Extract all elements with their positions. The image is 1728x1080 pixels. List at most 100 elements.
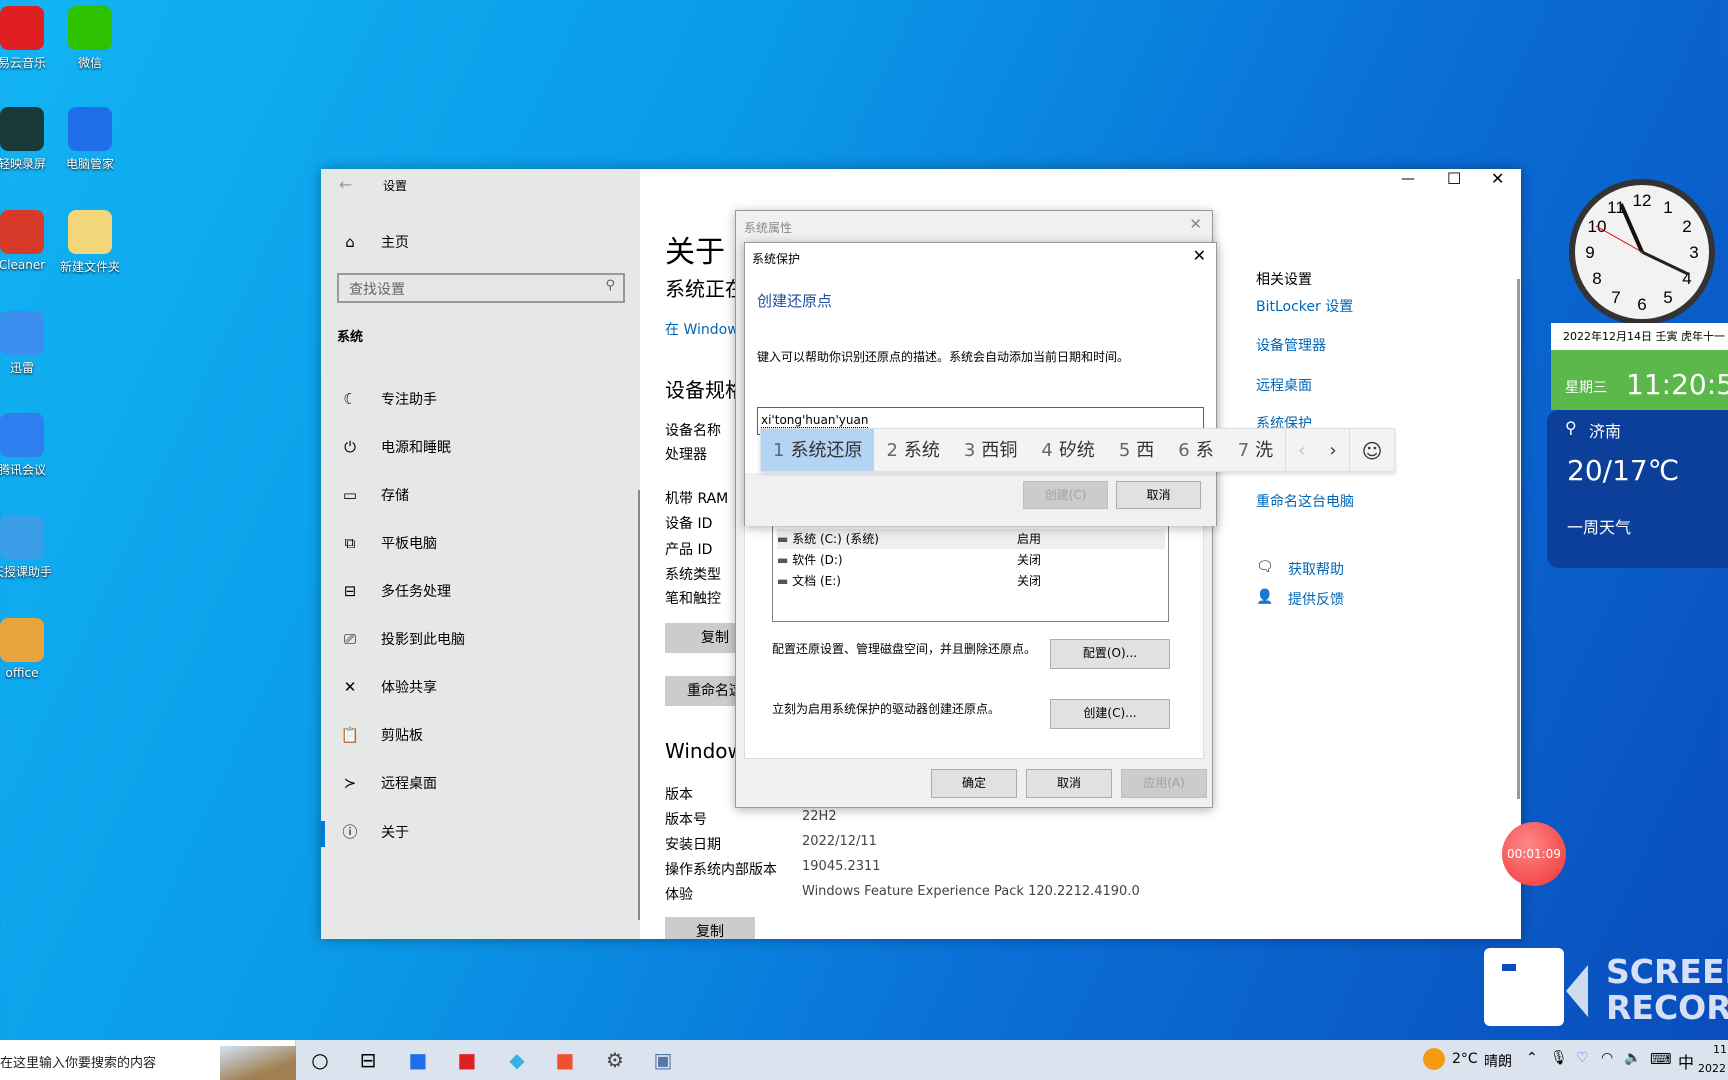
windows-spec-value: 2022/12/11 — [802, 834, 877, 849]
device-manager-link[interactable]: 设备管理器 — [1256, 335, 1326, 355]
dialog-heading: 创建还原点 — [757, 292, 833, 310]
close-button[interactable]: ✕ — [1189, 215, 1202, 233]
ime-candidate-bar: 1 系统还原 2 系统 3 西铜 4 矽统 5 西 6 系 7 洗 ‹ › ☺ — [760, 428, 1396, 472]
emoji-icon[interactable]: ☺ — [1348, 429, 1395, 471]
desktop-icon-label: 易云音乐 — [0, 56, 46, 70]
cancel-button[interactable]: 取消 — [1116, 481, 1201, 509]
spec-label: 产品 ID — [665, 542, 713, 558]
settings-gear-icon[interactable]: ⚙ — [600, 1046, 630, 1074]
copy-windows-button[interactable]: 复制 — [665, 917, 755, 939]
search-settings-input[interactable]: 查找设置 ⚲ — [337, 273, 625, 303]
content-scrollbar[interactable] — [1517, 279, 1520, 799]
screen-recorder-icon[interactable]: ■ — [550, 1046, 580, 1074]
close-button[interactable]: ✕ — [1193, 246, 1206, 265]
task-view-icon[interactable]: ⊟ — [353, 1046, 383, 1074]
ime-candidate[interactable]: 5西 — [1107, 429, 1166, 471]
rename-pc-link[interactable]: 重命名这台电脑 — [1256, 491, 1354, 511]
netease-music-icon[interactable]: ■ — [452, 1046, 482, 1074]
sidebar-item[interactable]: ⓘ 关于 — [339, 821, 409, 842]
ime-candidate[interactable]: 7洗 — [1226, 429, 1285, 471]
ime-candidate[interactable]: 3 西铜 — [952, 429, 1029, 471]
app-icon[interactable]: ◆ — [502, 1046, 532, 1074]
sidebar-item[interactable]: ✕ 体验共享 — [339, 677, 437, 697]
recording-timer[interactable]: 00:01:09 — [1502, 822, 1566, 886]
week-forecast-link[interactable]: 一周天气 — [1567, 514, 1631, 538]
sidebar-item[interactable]: ≻ 远程桌面 — [339, 773, 437, 793]
pc-manager-tray-icon[interactable]: ♡ — [1576, 1050, 1589, 1066]
volume-icon[interactable]: 🔈 — [1624, 1050, 1641, 1066]
ime-indicator[interactable]: 中 — [1678, 1049, 1694, 1073]
taskbar-clock-date[interactable]: 2022 — [1698, 1062, 1726, 1075]
back-arrow-icon[interactable]: ← — [339, 175, 352, 194]
sidebar-item-home[interactable]: ⌂ 主页 — [339, 232, 409, 252]
bitlocker-link[interactable]: BitLocker 设置 — [1256, 296, 1353, 316]
cortana-icon[interactable]: ○ — [305, 1046, 335, 1074]
desktop-icon[interactable]: office — [0, 612, 58, 680]
cancel-button[interactable]: 取消 — [1026, 769, 1112, 798]
system-properties-icon[interactable]: ▣ — [648, 1046, 678, 1074]
windows-security-link[interactable]: 在 Windows — [665, 319, 746, 339]
ime-candidate[interactable]: 6系 — [1166, 429, 1225, 471]
feedback-link[interactable]: 提供反馈 — [1288, 589, 1344, 609]
drive-status: 启用 — [1017, 532, 1042, 546]
desktop-icon[interactable]: 微信 — [54, 0, 126, 71]
page-title: 关于 — [665, 235, 725, 270]
sidebar-scrollbar[interactable] — [638, 490, 640, 920]
tencent-meeting-icon[interactable]: ■ — [403, 1046, 433, 1074]
sidebar-item[interactable]: ☾ 专注助手 — [339, 389, 437, 409]
taskbar-weather-desc[interactable]: 晴朗 — [1484, 1051, 1512, 1071]
taskbar-search-box[interactable]: 在这里输入你要搜索的内容 — [0, 1040, 296, 1080]
apply-button[interactable]: 应用(A) — [1121, 769, 1207, 798]
clock-numeral: 8 — [1592, 269, 1601, 288]
desktop-icon[interactable]: 电脑管家 — [54, 101, 126, 172]
desktop-icon-label: office — [5, 666, 39, 680]
get-help-link[interactable]: 获取帮助 — [1288, 559, 1344, 579]
configure-button[interactable]: 配置(O)... — [1050, 639, 1170, 669]
desktop-icon[interactable]: 新建文件夹 — [54, 204, 126, 275]
drive-row[interactable]: ▬ 软件 (D:) 关闭 — [777, 550, 1165, 570]
ime-prev-icon[interactable]: ‹ — [1285, 429, 1317, 471]
drive-list[interactable]: 可用驱动器保护▬ 系统 (C:) (系统)启用▬ 软件 (D:)关闭▬ 文档 (… — [772, 511, 1169, 622]
show-hidden-icons[interactable]: ⌃ — [1526, 1050, 1538, 1066]
candidate-text: 系统还原 — [790, 440, 863, 461]
app-icon — [68, 6, 112, 50]
microphone-icon[interactable]: 🎙 — [1550, 1050, 1568, 1066]
candidate-number: 6 — [1178, 440, 1190, 461]
candidate-text: 系统 — [903, 440, 940, 461]
taskbar-weather-temp[interactable]: 2°C — [1452, 1051, 1478, 1067]
desktop-icon-label: 微信 — [77, 56, 102, 70]
search-highlight-image — [220, 1046, 296, 1080]
sidebar-item[interactable]: ⎚ 投影到此电脑 — [339, 629, 465, 649]
sidebar-item[interactable]: ⧉ 平板电脑 — [339, 533, 437, 553]
search-placeholder: 在这里输入你要搜索的内容 — [0, 1056, 157, 1071]
drive-row[interactable]: ▬ 文档 (E:) 关闭 — [777, 571, 1165, 591]
desktop-icon[interactable]: Cleaner — [0, 204, 58, 272]
sidebar-item[interactable]: ⊟ 多任务处理 — [339, 581, 451, 601]
close-button[interactable]: ✕ — [1491, 169, 1504, 188]
desktop-icon[interactable]: 天授课助手 — [0, 509, 58, 580]
ime-next-icon[interactable]: › — [1317, 429, 1348, 471]
taskbar-clock-time[interactable]: 11 — [1713, 1043, 1727, 1056]
ime-candidate[interactable]: 1 系统还原 — [761, 429, 875, 471]
ime-candidate[interactable]: 2 系统 — [874, 429, 951, 471]
sidebar-item[interactable]: 📋 剪贴板 — [339, 725, 423, 745]
wifi-icon[interactable]: ◠ — [1601, 1050, 1613, 1066]
maximize-button[interactable]: ☐ — [1447, 169, 1461, 188]
sidebar-item-label: 存储 — [381, 488, 409, 504]
ok-button[interactable]: 确定 — [931, 769, 1017, 798]
create-restore-button[interactable]: 创建(C)... — [1050, 699, 1170, 729]
drive-icon: ▬ — [777, 553, 793, 567]
keyboard-icon[interactable]: ⌨ — [1650, 1050, 1672, 1068]
calendar-date: 2022年12月14日 壬寅 虎年十一 — [1551, 323, 1728, 350]
desktop-icon[interactable]: 易云音乐 — [0, 0, 58, 71]
minimize-button[interactable]: — — [1401, 171, 1415, 187]
create-button[interactable]: 创建(C) — [1023, 481, 1108, 509]
sidebar-item[interactable]: ▭ 存储 — [339, 485, 409, 505]
sidebar-item[interactable]: ⏻ 电源和睡眠 — [339, 437, 451, 457]
desktop-icon[interactable]: 腾讯会议 — [0, 407, 58, 478]
desktop-icon[interactable]: 迅雷 — [0, 305, 58, 376]
drive-row[interactable]: ▬ 系统 (C:) (系统) 启用 — [777, 529, 1165, 549]
desktop-icon[interactable]: 轻映录屏 — [0, 101, 58, 172]
ime-candidate[interactable]: 4 矽统 — [1029, 429, 1106, 471]
remote-desktop-link[interactable]: 远程桌面 — [1256, 375, 1312, 395]
